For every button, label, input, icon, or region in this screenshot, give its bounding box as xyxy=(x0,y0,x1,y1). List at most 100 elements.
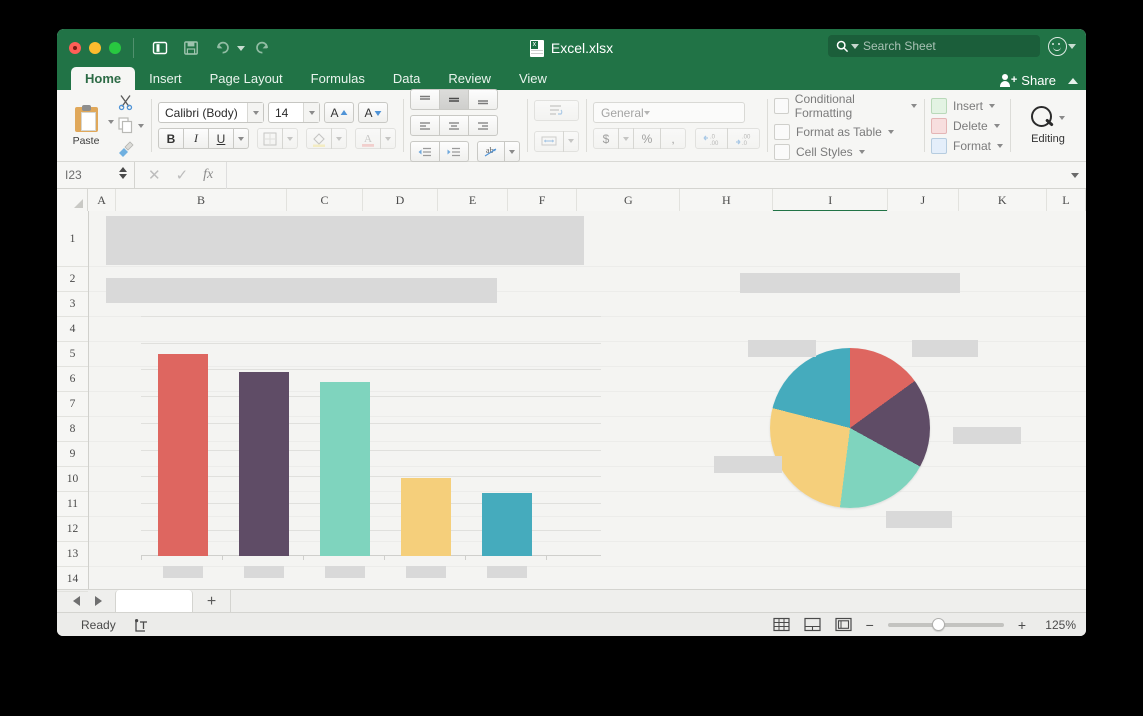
name-box-stepper[interactable] xyxy=(119,166,127,179)
font-size-select[interactable]: 14 xyxy=(268,102,320,123)
row-header-8[interactable]: 8 xyxy=(57,417,88,442)
zoom-button[interactable] xyxy=(109,42,121,54)
minimize-button[interactable] xyxy=(89,42,101,54)
font-size-dropdown-icon[interactable] xyxy=(303,103,319,122)
merge-cells-button[interactable] xyxy=(534,130,564,152)
zoom-slider-handle[interactable] xyxy=(931,617,945,631)
next-sheet-button[interactable] xyxy=(87,596,109,606)
save-icon[interactable] xyxy=(177,35,205,61)
column-header-D[interactable]: D xyxy=(362,189,439,211)
column-header-C[interactable]: C xyxy=(287,189,363,211)
align-center-button[interactable] xyxy=(439,115,469,136)
pie-chart[interactable] xyxy=(704,271,1034,551)
column-header-I[interactable]: I xyxy=(773,189,889,212)
bar-series-5[interactable] xyxy=(482,493,532,556)
insert-cells-dropdown-icon[interactable] xyxy=(989,103,995,108)
column-header-A[interactable]: A xyxy=(88,189,116,211)
underline-button[interactable]: U xyxy=(208,128,234,149)
column-header-K[interactable]: K xyxy=(958,189,1047,211)
share-button[interactable]: + Share xyxy=(1000,73,1056,88)
row-header-6[interactable]: 6 xyxy=(57,367,88,392)
row-header-3[interactable]: 3 xyxy=(57,292,88,317)
name-box[interactable]: I23 xyxy=(57,161,135,189)
formula-input[interactable] xyxy=(226,161,1086,189)
borders-dropdown-button[interactable] xyxy=(282,128,298,149)
row-header-7[interactable]: 7 xyxy=(57,392,88,417)
search-input[interactable]: Search Sheet xyxy=(828,35,1040,57)
column-header-F[interactable]: F xyxy=(507,189,578,211)
account-menu[interactable] xyxy=(1048,36,1076,56)
undo-icon[interactable] xyxy=(208,35,236,61)
tab-review[interactable]: Review xyxy=(434,67,505,90)
delete-cells-button[interactable]: Delete xyxy=(930,117,1003,134)
editing-button[interactable]: Editing xyxy=(1017,106,1079,145)
cut-button[interactable] xyxy=(116,92,144,112)
normal-view-button[interactable] xyxy=(773,617,790,632)
row-header-2[interactable]: 2 xyxy=(57,267,88,292)
tab-insert[interactable]: Insert xyxy=(135,67,196,90)
row-header-14[interactable]: 14 xyxy=(57,567,88,592)
row-header-10[interactable]: 10 xyxy=(57,467,88,492)
tab-data[interactable]: Data xyxy=(379,67,434,90)
fill-color-button[interactable] xyxy=(306,128,332,149)
column-header-G[interactable]: G xyxy=(577,189,681,211)
zoom-out-button[interactable]: − xyxy=(866,617,874,633)
format-cells-dropdown-icon[interactable] xyxy=(997,143,1003,148)
currency-dropdown-button[interactable] xyxy=(618,128,634,149)
align-right-button[interactable] xyxy=(468,115,498,136)
undo-dropdown-icon[interactable] xyxy=(237,45,245,51)
page-layout-view-button[interactable] xyxy=(804,617,821,632)
align-top-button[interactable] xyxy=(410,89,440,110)
conditional-formatting-dropdown-icon[interactable] xyxy=(910,103,917,108)
fill-color-dropdown-button[interactable] xyxy=(331,128,347,149)
font-family-dropdown-icon[interactable] xyxy=(247,103,263,122)
customize-toolbar-icon[interactable] xyxy=(279,35,307,61)
tab-formulas[interactable]: Formulas xyxy=(297,67,379,90)
text-orientation-button[interactable]: ab xyxy=(477,141,505,162)
decrease-font-size-button[interactable]: A xyxy=(358,102,388,123)
confirm-formula-icon[interactable]: ✓ xyxy=(176,166,189,184)
row-header-5[interactable]: 5 xyxy=(57,342,88,367)
row-header-13[interactable]: 13 xyxy=(57,542,88,567)
underline-dropdown-button[interactable] xyxy=(233,128,249,149)
format-as-table-button[interactable]: Format as Table xyxy=(774,123,917,140)
close-button[interactable] xyxy=(69,42,81,54)
insert-cells-button[interactable]: Insert xyxy=(930,97,1003,114)
collapse-ribbon-icon[interactable] xyxy=(1068,77,1078,84)
row-header-11[interactable]: 11 xyxy=(57,492,88,517)
bar-chart[interactable] xyxy=(141,316,601,578)
select-all-corner[interactable] xyxy=(57,189,89,211)
decrease-indent-button[interactable] xyxy=(410,141,440,162)
font-color-button[interactable]: A xyxy=(355,128,381,149)
tab-home[interactable]: Home xyxy=(71,67,136,90)
decrease-decimal-button[interactable]: .00.0 xyxy=(727,128,760,149)
merge-dropdown-button[interactable] xyxy=(563,130,579,152)
cancel-formula-icon[interactable]: ✕ xyxy=(148,166,161,184)
increase-indent-button[interactable] xyxy=(439,141,469,162)
font-color-dropdown-button[interactable] xyxy=(380,128,396,149)
add-sheet-button[interactable]: + xyxy=(193,589,231,613)
currency-button[interactable]: $ xyxy=(593,128,619,149)
format-as-table-dropdown-icon[interactable] xyxy=(887,129,894,134)
increase-font-size-button[interactable]: A xyxy=(324,102,354,123)
delete-cells-dropdown-icon[interactable] xyxy=(993,123,1000,128)
cell-styles-button[interactable]: Cell Styles xyxy=(774,143,917,160)
percent-button[interactable]: % xyxy=(633,128,661,149)
number-format-dropdown-icon[interactable] xyxy=(643,110,650,115)
paste-dropdown-icon[interactable] xyxy=(108,119,114,124)
text-orientation-dropdown-button[interactable] xyxy=(504,141,520,162)
formula-bar-expand-icon[interactable] xyxy=(1071,173,1079,178)
sidebar-toggle-icon[interactable] xyxy=(146,35,174,61)
column-header-H[interactable]: H xyxy=(680,189,774,211)
font-family-select[interactable]: Calibri (Body) xyxy=(158,102,264,123)
row-header-1[interactable]: 1 xyxy=(57,211,88,267)
tab-view[interactable]: View xyxy=(505,67,561,90)
align-middle-button[interactable] xyxy=(439,89,469,110)
page-layout-status-icon[interactable] xyxy=(134,618,150,632)
bar-series-1[interactable] xyxy=(158,354,208,556)
align-left-button[interactable] xyxy=(410,115,440,136)
bar-series-2[interactable] xyxy=(239,372,289,556)
align-bottom-button[interactable] xyxy=(468,89,498,110)
insert-function-icon[interactable]: fx xyxy=(203,167,213,183)
row-header-4[interactable]: 4 xyxy=(57,317,88,342)
